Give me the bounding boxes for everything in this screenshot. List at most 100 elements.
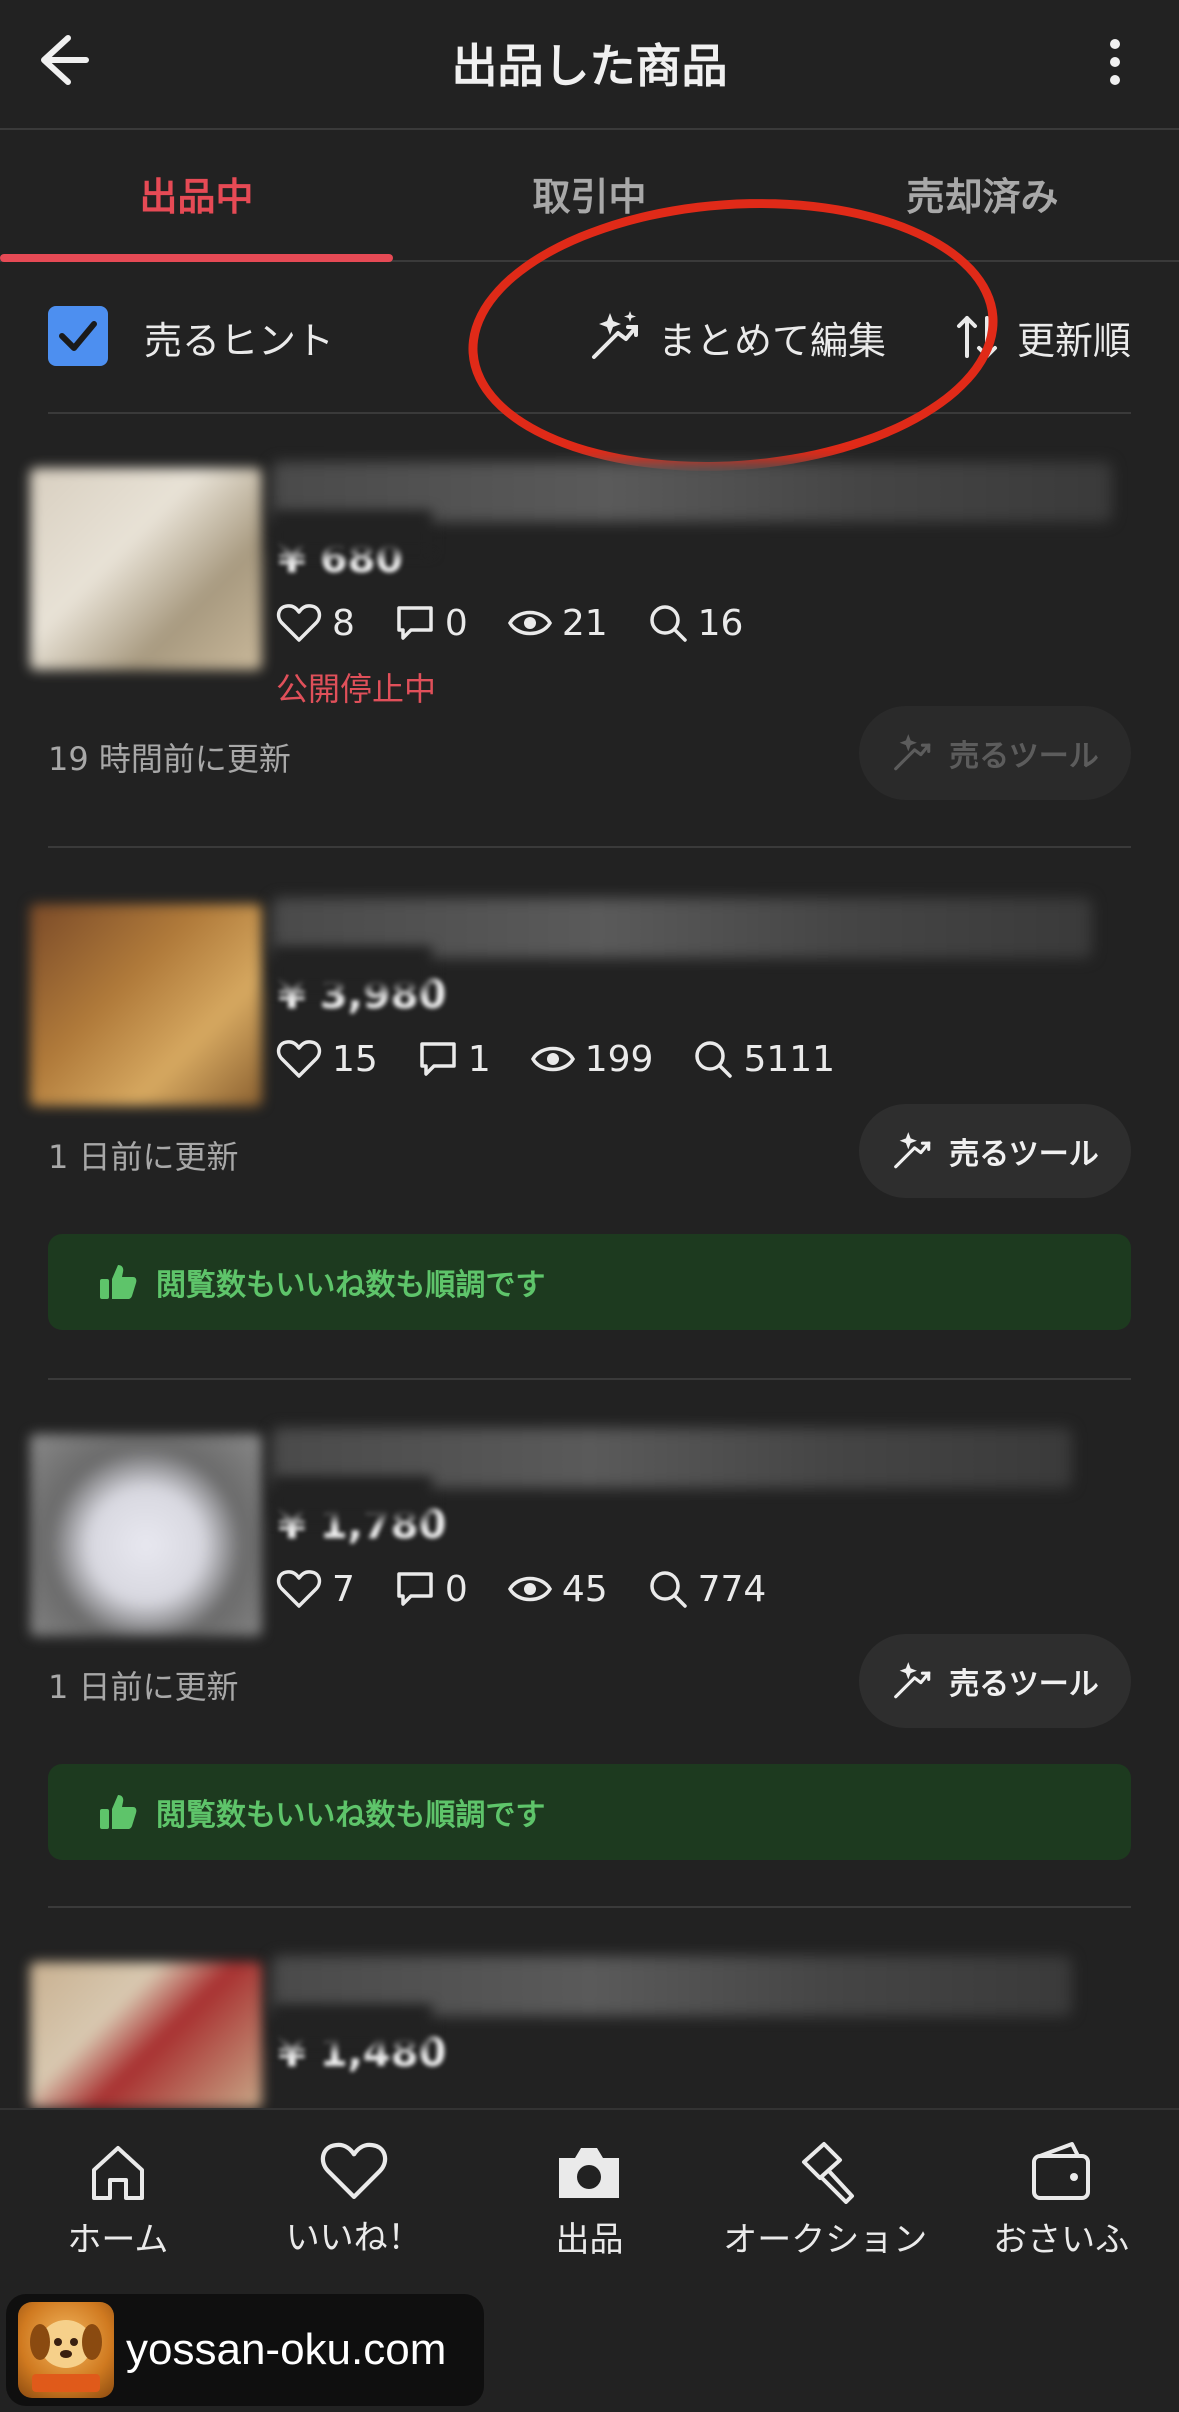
price-blur-mask	[272, 510, 432, 554]
nav-label: おさいふ	[993, 2220, 1130, 2260]
status-label: 公開停止中	[276, 670, 437, 708]
likes-stat: 7	[276, 1569, 355, 1610]
comments-count: 0	[444, 1568, 468, 1610]
price-blur-mask	[272, 2004, 432, 2048]
comment-icon	[420, 1042, 456, 1076]
bulk-edit-button[interactable]: まとめて編集	[588, 302, 886, 372]
search-icon	[649, 1571, 687, 1608]
comments-stat: 0	[395, 603, 468, 644]
nav-auction[interactable]: オークション	[707, 2110, 943, 2310]
price-blur-mask	[272, 1476, 432, 1520]
tab-label: 出品中	[139, 175, 254, 219]
performance-text: 閲覧数もいいね数も順調です	[156, 1268, 546, 1303]
watermark-text: yossan-oku.com	[126, 2325, 447, 2374]
searches-count: 5111	[743, 1038, 836, 1080]
searches-count: 774	[697, 1568, 767, 1610]
comments-stat: 1	[418, 1039, 491, 1080]
sell-tool-label: 売るツール	[949, 739, 1099, 774]
searches-stat: 5111	[693, 1039, 835, 1080]
updated-time: 1 日前に更新	[48, 1668, 239, 1706]
comment-icon	[397, 606, 433, 640]
nav-likes[interactable]: いいね！	[236, 2110, 472, 2310]
bulk-edit-label: まとめて編集	[658, 318, 887, 363]
tab-listing[interactable]: 出品中	[0, 132, 393, 262]
sell-tool-button[interactable]: 売るツール	[859, 706, 1131, 800]
sell-hint-label: 売るヒント	[144, 319, 335, 363]
magic-wand-icon	[894, 734, 931, 771]
tab-sold[interactable]: 売却済み	[786, 132, 1179, 260]
divider	[48, 1378, 1131, 1380]
nav-label: 出品	[555, 2220, 624, 2260]
nav-label: オークション	[723, 2220, 928, 2260]
views-count: 199	[584, 1038, 654, 1080]
performance-banner: 閲覧数もいいね数も順調です	[48, 1234, 1131, 1330]
tab-label: 売却済み	[906, 175, 1059, 219]
comments-count: 1	[467, 1038, 491, 1080]
nav-sell[interactable]: 出品	[472, 2110, 708, 2310]
magic-wand-icon	[592, 311, 638, 359]
checkmark-icon	[59, 321, 97, 351]
likes-count: 15	[332, 1038, 378, 1080]
sort-button[interactable]: 更新順	[955, 302, 1131, 372]
active-tab-indicator	[0, 254, 393, 262]
thumbs-up-icon	[100, 1795, 137, 1829]
updated-time: 19 時間前に更新	[48, 740, 291, 778]
eye-icon	[507, 610, 552, 636]
price-blur-mask	[272, 946, 432, 990]
watermark: yossan-oku.com	[6, 2294, 484, 2406]
tab-in-transaction[interactable]: 取引中	[393, 132, 786, 260]
camera-icon	[559, 2148, 620, 2198]
divider	[48, 846, 1131, 848]
comment-icon	[397, 1572, 433, 1606]
item-thumbnail	[30, 904, 262, 1106]
views-stat: 45	[507, 1568, 608, 1610]
comments-stat: 0	[395, 1569, 468, 1610]
search-icon	[695, 1041, 733, 1078]
nav-wallet[interactable]: おさいふ	[943, 2110, 1179, 2310]
likes-stat: 15	[276, 1039, 378, 1080]
magic-wand-icon	[894, 1662, 931, 1699]
thumbs-up-icon	[100, 1265, 137, 1299]
updated-time: 1 日前に更新	[48, 1138, 239, 1176]
gavel-icon	[802, 2142, 855, 2204]
magic-wand-icon	[894, 1132, 931, 1169]
sort-arrows-icon	[956, 316, 997, 358]
more-options-icon[interactable]	[1095, 30, 1135, 94]
divider	[48, 1906, 1131, 1908]
views-count: 21	[561, 602, 608, 644]
tab-label: 取引中	[532, 175, 647, 219]
item-thumbnail	[30, 1962, 262, 2108]
watermark-logo-icon	[18, 2302, 114, 2398]
sell-hint-checkbox[interactable]	[48, 306, 108, 366]
filter-row: 売るヒント まとめて編集 更新順	[48, 262, 1131, 414]
heart-icon	[276, 1570, 322, 1608]
searches-stat: 16	[648, 602, 744, 644]
searches-count: 16	[697, 602, 744, 644]
likes-count: 8	[332, 602, 355, 644]
item-stats: 15 1 199 5111	[276, 1034, 875, 1084]
comments-count: 0	[444, 602, 468, 644]
performance-text: 閲覧数もいいね数も順調です	[156, 1798, 546, 1833]
item-thumbnail	[30, 1434, 262, 1636]
nav-label: いいね！	[285, 2218, 422, 2258]
heart-icon	[276, 604, 322, 642]
sell-tool-button[interactable]: 売るツール	[859, 1104, 1131, 1198]
views-stat: 199	[530, 1038, 654, 1080]
heart-icon	[320, 2142, 387, 2199]
sell-tool-button[interactable]: 売るツール	[859, 1634, 1131, 1728]
page-title: 出品した商品	[451, 39, 728, 93]
search-icon	[649, 605, 687, 642]
home-icon	[91, 2146, 144, 2200]
sort-label: 更新順	[1016, 318, 1131, 363]
views-count: 45	[561, 1568, 608, 1610]
nav-home[interactable]: ホーム	[0, 2110, 236, 2310]
item-thumbnail	[30, 468, 262, 670]
item-stats: 7 0 45 774	[276, 1564, 806, 1614]
eye-icon	[530, 1046, 575, 1072]
nav-label: ホーム	[67, 2220, 169, 2260]
sell-tool-label: 売るツール	[949, 1137, 1099, 1172]
app-header: 出品した商品	[0, 0, 1179, 130]
item-stats: 8 0 21 16	[276, 598, 783, 648]
sell-tool-label: 売るツール	[949, 1667, 1099, 1702]
eye-icon	[507, 1576, 552, 1602]
